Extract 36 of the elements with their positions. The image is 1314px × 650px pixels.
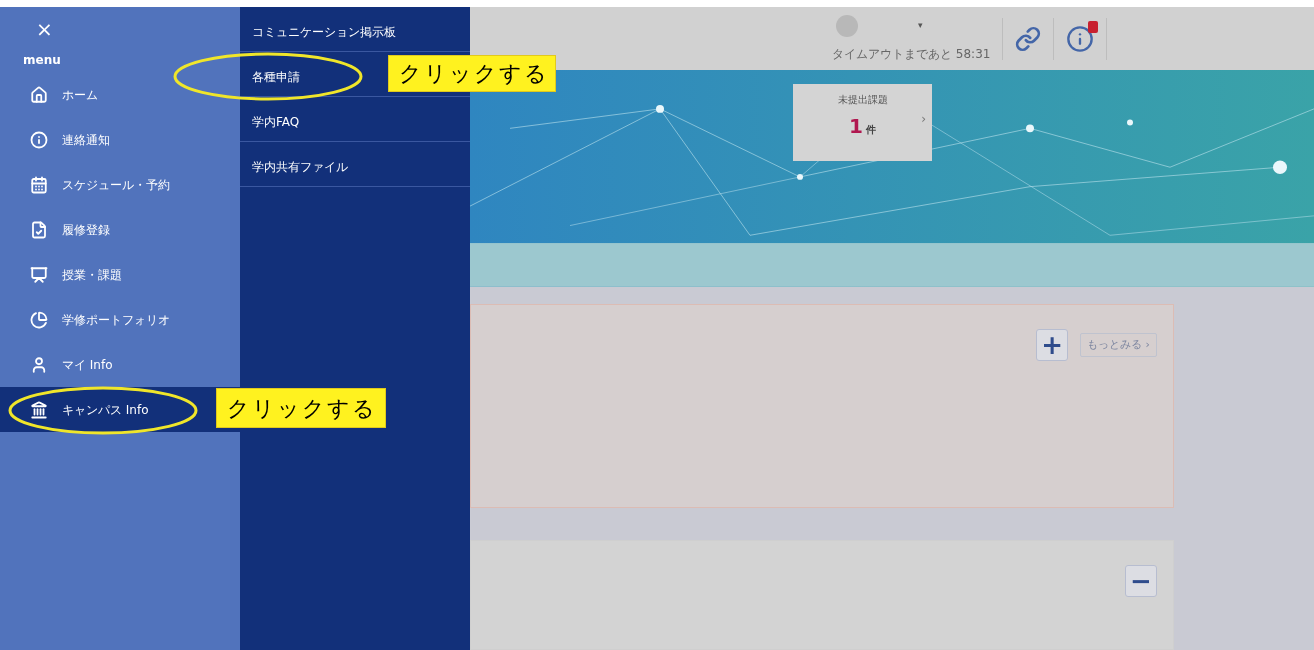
more-link[interactable]: もっとみる › xyxy=(1080,333,1157,357)
collapse-button[interactable]: − xyxy=(1125,565,1157,597)
submenu-item[interactable]: 各種申請 xyxy=(252,70,300,84)
close-button[interactable]: × xyxy=(36,19,53,39)
expand-button[interactable]: + xyxy=(1036,329,1069,361)
menu-item[interactable]: 履修登録 xyxy=(0,207,240,252)
summary-card[interactable]: 未提出課題 1 件 › xyxy=(793,84,932,162)
notification-badge xyxy=(1088,20,1099,33)
count-unit: 件 xyxy=(865,123,876,138)
count-value: 1 xyxy=(849,113,863,141)
timeout-text: タイムアウトまであと 58:31 xyxy=(832,45,991,63)
callout-tooltip: クリックする xyxy=(216,388,386,428)
submenu-item[interactable]: 学内共有ファイル xyxy=(252,160,348,174)
submenu-item[interactable]: コミュニケーション掲示板 xyxy=(252,25,396,39)
link-icon[interactable] xyxy=(1015,25,1042,52)
house-icon xyxy=(30,85,48,104)
menu-item[interactable]: 連絡通知 xyxy=(0,117,240,162)
caret-icon[interactable]: ▾ xyxy=(918,18,923,33)
person-icon xyxy=(30,355,48,374)
info-icon xyxy=(30,130,48,149)
callout-tooltip: クリックする xyxy=(388,55,556,92)
menu-item[interactable]: スケジュール・予約 xyxy=(0,162,240,207)
calendar-icon xyxy=(30,175,48,194)
chevron-icon: › xyxy=(921,110,926,129)
presentation-icon xyxy=(30,265,48,284)
menu-item[interactable]: 授業・課題 xyxy=(0,252,240,297)
menu-item[interactable]: ホーム xyxy=(0,72,240,117)
submenu-item[interactable]: 学内FAQ xyxy=(252,115,300,129)
menu-item[interactable]: マイ Info xyxy=(0,342,240,387)
pie-chart-icon xyxy=(30,310,48,329)
menu-label: menu xyxy=(23,53,61,67)
card-title: 未提出課題 xyxy=(837,93,888,108)
menu-item[interactable]: 学修ポートフォリオ xyxy=(0,297,240,342)
info-icon[interactable] xyxy=(1066,24,1095,53)
document-check-icon xyxy=(30,220,48,239)
building-icon xyxy=(30,400,48,419)
